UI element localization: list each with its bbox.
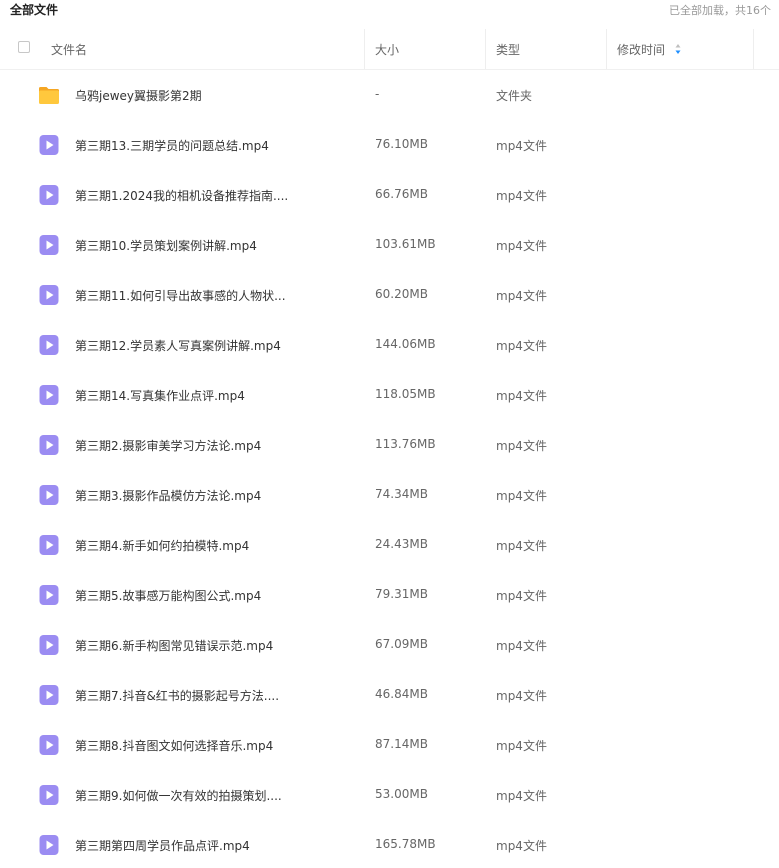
file-name[interactable]: 第三期13.三期学员的问题总结.mp4 (75, 137, 269, 154)
table-row[interactable]: 第三期12.学员素人写真案例讲解.mp4 144.06MB mp4文件 (0, 320, 779, 370)
file-name[interactable]: 第三期1.2024我的相机设备推荐指南.... (75, 187, 288, 204)
file-type: mp4文件 (496, 639, 547, 653)
file-size: 53.00MB (375, 787, 428, 801)
table-row[interactable]: 第三期4.新手如何约拍模特.mp4 24.43MB mp4文件 (0, 520, 779, 570)
table-row[interactable]: 第三期10.学员策划案例讲解.mp4 103.61MB mp4文件 (0, 220, 779, 270)
file-type: mp4文件 (496, 189, 547, 203)
file-size: 113.76MB (375, 437, 436, 451)
file-size: 79.31MB (375, 587, 428, 601)
file-name[interactable]: 第三期10.学员策划案例讲解.mp4 (75, 237, 257, 254)
file-size: 87.14MB (375, 737, 428, 751)
file-name[interactable]: 第三期9.如何做一次有效的拍摄策划.... (75, 787, 282, 804)
file-size: 76.10MB (375, 137, 428, 151)
folder-icon (38, 84, 60, 106)
file-type: mp4文件 (496, 139, 547, 153)
file-type: mp4文件 (496, 689, 547, 703)
column-divider[interactable] (753, 29, 754, 69)
video-file-icon (38, 184, 60, 206)
file-type: mp4文件 (496, 289, 547, 303)
file-size: 144.06MB (375, 337, 436, 351)
video-file-icon (38, 584, 60, 606)
file-name[interactable]: 第三期14.写真集作业点评.mp4 (75, 387, 245, 404)
table-row[interactable]: 第三期5.故事感万能构图公式.mp4 79.31MB mp4文件 (0, 570, 779, 620)
file-type: mp4文件 (496, 589, 547, 603)
table-row[interactable]: 第三期1.2024我的相机设备推荐指南.... 66.76MB mp4文件 (0, 170, 779, 220)
file-name[interactable]: 第三期4.新手如何约拍模特.mp4 (75, 537, 249, 554)
file-name[interactable]: 第三期8.抖音图文如何选择音乐.mp4 (75, 737, 273, 754)
file-type: mp4文件 (496, 739, 547, 753)
column-header-name[interactable]: 文件名 (51, 41, 87, 58)
column-header-modified[interactable]: 修改时间 (617, 41, 665, 58)
file-size: 118.05MB (375, 387, 436, 401)
file-type: mp4文件 (496, 539, 547, 553)
file-size: 67.09MB (375, 637, 428, 651)
breadcrumb-all-files[interactable]: 全部文件 (10, 1, 58, 18)
video-file-icon (38, 784, 60, 806)
column-divider[interactable] (485, 29, 486, 69)
sort-icon[interactable] (675, 43, 681, 55)
file-size: 165.78MB (375, 837, 436, 851)
video-file-icon (38, 484, 60, 506)
file-size: 103.61MB (375, 237, 436, 251)
video-file-icon (38, 284, 60, 306)
video-file-icon (38, 834, 60, 856)
table-row[interactable]: 第三期第四周学员作品点评.mp4 165.78MB mp4文件 (0, 820, 779, 868)
video-file-icon (38, 634, 60, 656)
file-name[interactable]: 第三期5.故事感万能构图公式.mp4 (75, 587, 261, 604)
file-list-page: 全部文件 已全部加载，共16个 文件名 大小 类型 修改时间 乌鸦jewey翼摄… (0, 0, 779, 868)
video-file-icon (38, 534, 60, 556)
file-name[interactable]: 第三期12.学员素人写真案例讲解.mp4 (75, 337, 281, 354)
table-row[interactable]: 第三期3.摄影作品模仿方法论.mp4 74.34MB mp4文件 (0, 470, 779, 520)
column-header-type[interactable]: 类型 (496, 41, 520, 58)
file-size: 60.20MB (375, 287, 428, 301)
file-type: mp4文件 (496, 239, 547, 253)
file-name[interactable]: 第三期6.新手构图常见错误示范.mp4 (75, 637, 273, 654)
file-size: 74.34MB (375, 487, 428, 501)
table-row[interactable]: 第三期2.摄影审美学习方法论.mp4 113.76MB mp4文件 (0, 420, 779, 470)
file-name[interactable]: 第三期11.如何引导出故事感的人物状... (75, 287, 286, 304)
column-divider[interactable] (364, 29, 365, 69)
select-all-checkbox[interactable] (18, 41, 30, 53)
file-name[interactable]: 第三期第四周学员作品点评.mp4 (75, 837, 250, 854)
file-type: mp4文件 (496, 389, 547, 403)
file-size: 24.43MB (375, 537, 428, 551)
file-name[interactable]: 第三期2.摄影审美学习方法论.mp4 (75, 437, 261, 454)
video-file-icon (38, 234, 60, 256)
table-row[interactable]: 乌鸦jewey翼摄影第2期 - 文件夹 (0, 70, 779, 120)
video-file-icon (38, 434, 60, 456)
video-file-icon (38, 334, 60, 356)
file-rows: 乌鸦jewey翼摄影第2期 - 文件夹 第三期13.三期学员的问题总结.mp4 … (0, 70, 779, 868)
video-file-icon (38, 384, 60, 406)
file-size: 66.76MB (375, 187, 428, 201)
video-file-icon (38, 684, 60, 706)
column-header-size[interactable]: 大小 (375, 41, 399, 58)
video-file-icon (38, 134, 60, 156)
table-header: 文件名 大小 类型 修改时间 (0, 29, 779, 70)
video-file-icon (38, 734, 60, 756)
table-row[interactable]: 第三期6.新手构图常见错误示范.mp4 67.09MB mp4文件 (0, 620, 779, 670)
file-name[interactable]: 乌鸦jewey翼摄影第2期 (75, 87, 202, 104)
file-type: mp4文件 (496, 489, 547, 503)
table-row[interactable]: 第三期13.三期学员的问题总结.mp4 76.10MB mp4文件 (0, 120, 779, 170)
load-status: 已全部加载，共16个 (669, 4, 771, 17)
file-type: mp4文件 (496, 439, 547, 453)
file-type: mp4文件 (496, 339, 547, 353)
table-row[interactable]: 第三期11.如何引导出故事感的人物状... 60.20MB mp4文件 (0, 270, 779, 320)
file-name[interactable]: 第三期3.摄影作品模仿方法论.mp4 (75, 487, 261, 504)
file-type: mp4文件 (496, 839, 547, 853)
column-divider[interactable] (606, 29, 607, 69)
file-size: 46.84MB (375, 687, 428, 701)
file-type: 文件夹 (496, 89, 533, 103)
file-type: mp4文件 (496, 789, 547, 803)
table-row[interactable]: 第三期9.如何做一次有效的拍摄策划.... 53.00MB mp4文件 (0, 770, 779, 820)
table-row[interactable]: 第三期14.写真集作业点评.mp4 118.05MB mp4文件 (0, 370, 779, 420)
top-bar: 全部文件 已全部加载，共16个 (0, 0, 779, 22)
table-row[interactable]: 第三期8.抖音图文如何选择音乐.mp4 87.14MB mp4文件 (0, 720, 779, 770)
table-row[interactable]: 第三期7.抖音&红书的摄影起号方法.... 46.84MB mp4文件 (0, 670, 779, 720)
file-size: - (375, 87, 380, 101)
file-name[interactable]: 第三期7.抖音&红书的摄影起号方法.... (75, 687, 279, 704)
